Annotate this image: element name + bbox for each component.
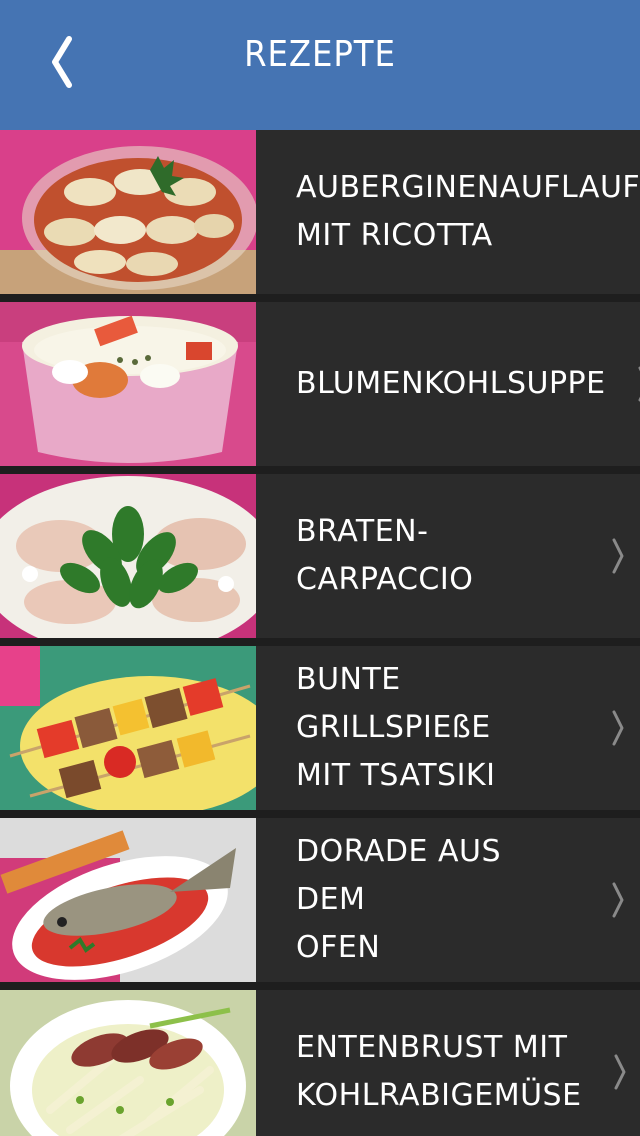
recipe-row[interactable]: BUNTE GRILLSPIEßE MIT TSATSIKI: [0, 646, 640, 810]
chevron-right-icon: [612, 882, 624, 918]
chevron-right-icon: [638, 366, 640, 402]
recipe-title-container: DORADE AUS DEM OFEN: [256, 818, 640, 982]
recipe-row[interactable]: DORADE AUS DEM OFEN: [0, 818, 640, 982]
recipe-image-roast-carpaccio: [0, 474, 256, 638]
chevron-right-icon: [612, 538, 624, 574]
recipe-image-duck-breast-kohlrabi: [0, 990, 256, 1136]
recipe-image-cauliflower-soup: [0, 302, 256, 466]
recipe-title-container: BUNTE GRILLSPIEßE MIT TSATSIKI: [256, 646, 640, 810]
recipe-title: BLUMENKOHLSUPPE: [296, 366, 606, 401]
recipe-row[interactable]: AUBERGINENAUFLAUF MIT RICOTTA: [0, 130, 640, 294]
recipe-title: DORADE AUS DEM OFEN: [296, 834, 501, 965]
page-title: REZEPTE: [244, 34, 396, 75]
recipe-row[interactable]: BLUMENKOHLSUPPE: [0, 302, 640, 466]
recipe-image-baked-sea-bream: [0, 818, 256, 982]
recipe-title-container: AUBERGINENAUFLAUF MIT RICOTTA: [256, 130, 640, 294]
recipes-screen: REZEPTE AUBERGINENAUFLAUF MIT RICOTTA BL…: [0, 0, 640, 1136]
recipe-title: ENTENBRUST MIT KOHLRABIGEMÜSE: [296, 1030, 582, 1113]
navigation-bar: REZEPTE: [0, 0, 640, 130]
chevron-right-icon: [614, 1054, 626, 1090]
recipe-title: BRATEN-CARPACCIO: [296, 514, 474, 597]
recipe-title-container: ENTENBRUST MIT KOHLRABIGEMÜSE: [256, 990, 640, 1136]
recipe-title: BUNTE GRILLSPIEßE MIT TSATSIKI: [296, 662, 496, 793]
recipe-title-container: BLUMENKOHLSUPPE: [256, 302, 640, 466]
recipe-title: AUBERGINENAUFLAUF MIT RICOTTA: [296, 170, 640, 253]
recipe-title-container: BRATEN-CARPACCIO: [256, 474, 640, 638]
recipe-row[interactable]: BRATEN-CARPACCIO: [0, 474, 640, 638]
recipe-list: AUBERGINENAUFLAUF MIT RICOTTA BLUMENKOHL…: [0, 130, 640, 1136]
recipe-image-grill-skewers: [0, 646, 256, 810]
chevron-right-icon: [612, 710, 624, 746]
recipe-image-eggplant-casserole: [0, 130, 256, 294]
recipe-row[interactable]: ENTENBRUST MIT KOHLRABIGEMÜSE: [0, 990, 640, 1136]
